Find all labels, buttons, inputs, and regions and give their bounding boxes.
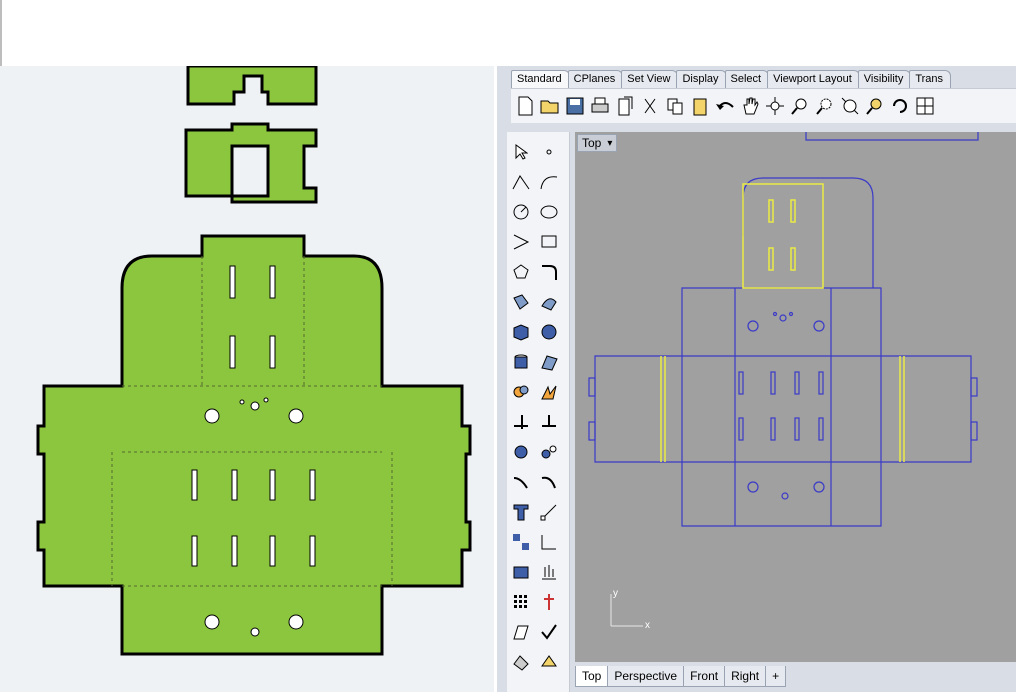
explode-icon[interactable] — [537, 380, 561, 404]
viewport-layout-icon[interactable] — [915, 94, 935, 118]
tab-viewport-layout[interactable]: Viewport Layout — [767, 70, 860, 88]
toolbar-tab-strip: Standard CPlanes Set View Display Select… — [511, 70, 952, 88]
boolean-icon[interactable] — [509, 380, 533, 404]
dimension-icon[interactable] — [537, 500, 561, 524]
fillet-icon[interactable] — [537, 260, 561, 284]
point-icon[interactable] — [537, 140, 561, 164]
render-icon[interactable] — [509, 560, 533, 584]
paste-icon[interactable] — [690, 94, 710, 118]
top-viewport[interactable]: Top ▾ y x — [575, 132, 1016, 662]
new-icon[interactable] — [515, 94, 535, 118]
trim-icon[interactable] — [537, 410, 561, 434]
import-icon[interactable] — [615, 94, 635, 118]
rotate-view-icon[interactable] — [890, 94, 910, 118]
array-icon[interactable] — [509, 590, 533, 614]
viewport-tab-perspective[interactable]: Perspective — [607, 666, 685, 687]
tab-display[interactable]: Display — [676, 70, 727, 88]
rectangle-icon[interactable] — [537, 230, 561, 254]
cut-icon[interactable] — [640, 94, 660, 118]
zoom-extents-icon[interactable] — [840, 94, 860, 118]
y-axis-label: y — [613, 588, 618, 599]
tab-select[interactable]: Select — [724, 70, 770, 88]
rhino-window: Standard CPlanes Set View Display Select… — [497, 66, 1016, 692]
blue-net-drawing — [588, 132, 979, 627]
viewport-tab-front[interactable]: Front — [683, 666, 726, 687]
save-icon[interactable] — [565, 94, 585, 118]
rebuild-icon[interactable] — [537, 470, 561, 494]
undo-icon[interactable] — [715, 94, 735, 118]
curve-icon[interactable] — [537, 170, 561, 194]
check-icon[interactable] — [537, 620, 561, 644]
viewport-tabs: Top Perspective Front Right + — [575, 666, 787, 688]
move-view-icon[interactable] — [765, 94, 785, 118]
cylinder-icon[interactable] — [509, 350, 533, 374]
loft-icon[interactable] — [537, 290, 561, 314]
mesh-icon[interactable] — [537, 350, 561, 374]
text-icon[interactable] — [509, 500, 533, 524]
main-net — [36, 234, 472, 656]
top-white-strip — [0, 0, 1016, 66]
box-net-preview — [0, 66, 494, 692]
zoom-selected-icon[interactable] — [865, 94, 885, 118]
polyline-icon[interactable] — [509, 170, 533, 194]
zoom-icon[interactable] — [790, 94, 810, 118]
layer-icon[interactable] — [537, 650, 561, 674]
tab-visibility[interactable]: Visibility — [857, 70, 912, 88]
box-icon[interactable] — [509, 320, 533, 344]
tab-standard[interactable]: Standard — [511, 70, 570, 88]
analyze-icon[interactable] — [537, 560, 561, 584]
add-viewport-icon[interactable]: + — [765, 666, 787, 687]
pan-icon[interactable] — [740, 94, 760, 118]
open-icon[interactable] — [540, 94, 560, 118]
tab-cplanes[interactable]: CPlanes — [567, 70, 624, 88]
split-icon[interactable] — [509, 410, 533, 434]
tab-transform[interactable]: Trans — [909, 70, 952, 88]
group-icon[interactable] — [509, 440, 533, 464]
sphere-icon[interactable] — [537, 320, 561, 344]
circle-icon[interactable] — [509, 200, 533, 224]
small-part-middle — [184, 122, 318, 204]
surface-icon[interactable] — [509, 290, 533, 314]
arc-icon[interactable] — [509, 230, 533, 254]
small-part-top — [186, 66, 318, 106]
copy-icon[interactable] — [665, 94, 685, 118]
side-toolbar — [507, 132, 570, 692]
polygon-icon[interactable] — [509, 260, 533, 284]
tab-set-view[interactable]: Set View — [621, 70, 679, 88]
layout-icon[interactable] — [509, 530, 533, 554]
window-edge — [0, 0, 2, 66]
gumball-icon[interactable] — [537, 590, 561, 614]
zoom-window-icon[interactable] — [815, 94, 835, 118]
select-arrow-icon[interactable] — [509, 140, 533, 164]
viewport-tab-right[interactable]: Right — [724, 666, 767, 687]
properties-icon[interactable] — [509, 650, 533, 674]
green-net-drawing — [36, 66, 472, 656]
ungroup-icon[interactable] — [537, 440, 561, 464]
offset-icon[interactable] — [509, 470, 533, 494]
extrude-icon[interactable] — [509, 620, 533, 644]
orient-icon[interactable] — [537, 530, 561, 554]
print-icon[interactable] — [590, 94, 610, 118]
viewport-tab-top[interactable]: Top — [575, 666, 609, 687]
ellipse-icon[interactable] — [537, 200, 561, 224]
standard-toolbar — [511, 88, 1016, 123]
x-axis-label: x — [645, 620, 650, 631]
